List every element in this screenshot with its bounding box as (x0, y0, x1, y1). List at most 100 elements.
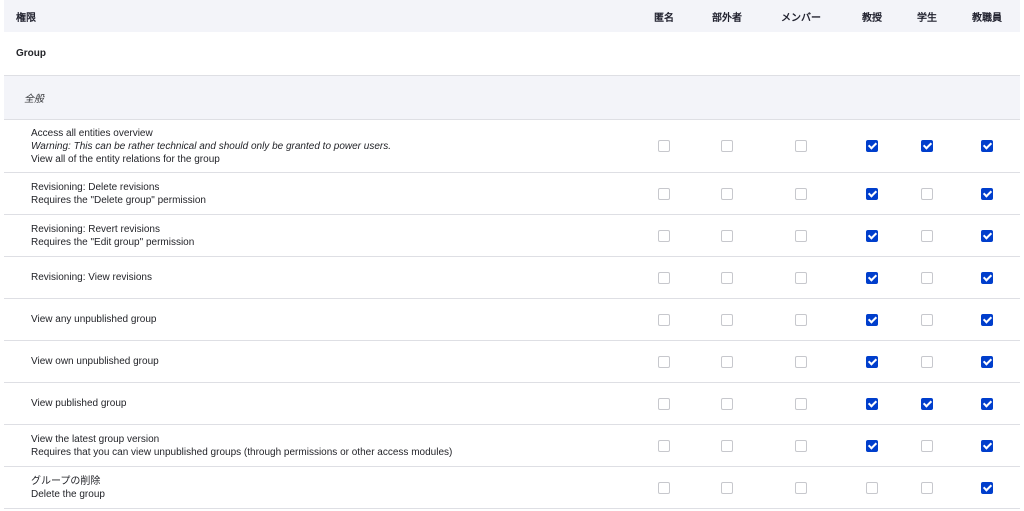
permission-checkbox-student[interactable] (921, 313, 933, 326)
permission-checkbox-outsider[interactable] (721, 439, 733, 452)
permission-checkbox-student[interactable] (921, 271, 933, 284)
checkbox-cell-anonymous (632, 340, 696, 383)
permission-checkbox-member[interactable] (795, 229, 807, 242)
checkbox-cell-student (900, 172, 954, 215)
permission-checkbox-member[interactable] (795, 481, 807, 494)
permission-checkbox-anonymous[interactable] (658, 313, 670, 326)
permission-checkbox-student[interactable] (921, 187, 933, 200)
checkbox-cell-staff (954, 382, 1020, 425)
permission-checkbox-professor[interactable] (866, 313, 878, 326)
permissions-table: 権限 匿名 部外者 メンバー 教授 学生 教職員 Group 全般 Access… (4, 0, 1020, 509)
permission-checkbox-staff[interactable] (981, 481, 993, 494)
permission-checkbox-anonymous[interactable] (658, 481, 670, 494)
permission-cell: View own unpublished group (4, 340, 632, 383)
permission-title: Revisioning: View revisions (31, 272, 152, 283)
checkbox-cell-staff (954, 214, 1020, 257)
permission-checkbox-student[interactable] (921, 397, 933, 410)
permission-checkbox-professor[interactable] (866, 355, 878, 368)
permission-row: Revisioning: Revert revisions Requires th… (4, 214, 1020, 257)
permission-cell: Revisioning: Delete revisions Requires th… (4, 172, 632, 215)
column-header-outsider: 部外者 (696, 0, 758, 32)
checkbox-cell-member (758, 298, 844, 341)
permission-cell: グループの削除 Delete the group (4, 466, 632, 509)
checkbox-cell-anonymous (632, 466, 696, 509)
checkbox-cell-member (758, 172, 844, 215)
permission-checkbox-outsider[interactable] (721, 313, 733, 326)
checkbox-cell-staff (954, 256, 1020, 299)
checkbox-cell-professor (844, 298, 900, 341)
checkbox-cell-staff (954, 298, 1020, 341)
permission-checkbox-student[interactable] (921, 140, 933, 152)
permission-checkbox-outsider[interactable] (721, 229, 733, 242)
permission-row: View published group (4, 382, 1020, 425)
permission-checkbox-staff[interactable] (981, 271, 993, 284)
checkbox-cell-anonymous (632, 172, 696, 215)
permission-checkbox-anonymous[interactable] (658, 229, 670, 242)
permission-checkbox-anonymous[interactable] (658, 397, 670, 410)
permission-checkbox-outsider[interactable] (721, 187, 733, 200)
permission-row: Revisioning: Delete revisions Requires th… (4, 172, 1020, 215)
permission-checkbox-outsider[interactable] (721, 481, 733, 494)
permission-row: グループの削除 Delete the group (4, 466, 1020, 509)
permission-description: Delete the group (31, 488, 105, 500)
permission-checkbox-anonymous[interactable] (658, 271, 670, 284)
permission-checkbox-member[interactable] (795, 271, 807, 284)
checkbox-cell-member (758, 119, 844, 173)
permission-checkbox-outsider[interactable] (721, 140, 733, 152)
permission-checkbox-professor[interactable] (866, 229, 878, 242)
permission-cell: Access all entities overview Warning: Thi… (4, 119, 632, 173)
permission-checkbox-professor[interactable] (866, 187, 878, 200)
permission-checkbox-professor[interactable] (866, 397, 878, 410)
permission-checkbox-student[interactable] (921, 229, 933, 242)
checkbox-cell-member (758, 466, 844, 509)
permission-checkbox-student[interactable] (921, 439, 933, 452)
checkbox-cell-student (900, 466, 954, 509)
permission-checkbox-anonymous[interactable] (658, 140, 670, 152)
checkbox-cell-staff (954, 466, 1020, 509)
permission-checkbox-student[interactable] (921, 355, 933, 368)
checkbox-cell-outsider (696, 256, 758, 299)
permission-checkbox-staff[interactable] (981, 229, 993, 242)
permission-checkbox-member[interactable] (795, 397, 807, 410)
permission-checkbox-staff[interactable] (981, 187, 993, 200)
permission-checkbox-outsider[interactable] (721, 271, 733, 284)
permission-checkbox-staff[interactable] (981, 439, 993, 452)
section-heading: 全般 (4, 75, 1020, 120)
permission-checkbox-member[interactable] (795, 439, 807, 452)
checkbox-cell-outsider (696, 298, 758, 341)
checkbox-cell-professor (844, 214, 900, 257)
permission-checkbox-member[interactable] (795, 187, 807, 200)
table-header-row: 権限 匿名 部外者 メンバー 教授 学生 教職員 (4, 0, 1020, 32)
permission-checkbox-outsider[interactable] (721, 397, 733, 410)
checkbox-cell-outsider (696, 466, 758, 509)
permission-checkbox-anonymous[interactable] (658, 187, 670, 200)
permission-checkbox-member[interactable] (795, 355, 807, 368)
permission-checkbox-member[interactable] (795, 313, 807, 326)
permission-cell: View the latest group version Requires th… (4, 424, 632, 467)
permission-checkbox-staff[interactable] (981, 140, 993, 152)
permission-checkbox-staff[interactable] (981, 397, 993, 410)
permission-checkbox-outsider[interactable] (721, 355, 733, 368)
permission-checkbox-professor[interactable] (866, 439, 878, 452)
permission-checkbox-member[interactable] (795, 140, 807, 152)
permission-checkbox-anonymous[interactable] (658, 439, 670, 452)
permission-row: View own unpublished group (4, 340, 1020, 383)
permission-description: View all of the entity relations for the… (31, 153, 220, 165)
permission-checkbox-anonymous[interactable] (658, 355, 670, 368)
group-heading-row: Group (4, 32, 1020, 76)
permission-cell: View published group (4, 382, 632, 425)
checkbox-cell-professor (844, 119, 900, 173)
checkbox-cell-professor (844, 466, 900, 509)
column-header-staff: 教職員 (954, 0, 1020, 32)
checkbox-cell-professor (844, 340, 900, 383)
checkbox-cell-staff (954, 340, 1020, 383)
checkbox-cell-outsider (696, 424, 758, 467)
checkbox-cell-anonymous (632, 214, 696, 257)
permission-checkbox-student[interactable] (921, 481, 933, 494)
permission-checkbox-professor[interactable] (866, 271, 878, 284)
section-heading-row: 全般 (4, 75, 1020, 120)
permission-checkbox-staff[interactable] (981, 355, 993, 368)
permission-checkbox-staff[interactable] (981, 313, 993, 326)
permission-checkbox-professor[interactable] (866, 481, 878, 494)
permission-checkbox-professor[interactable] (866, 140, 878, 152)
